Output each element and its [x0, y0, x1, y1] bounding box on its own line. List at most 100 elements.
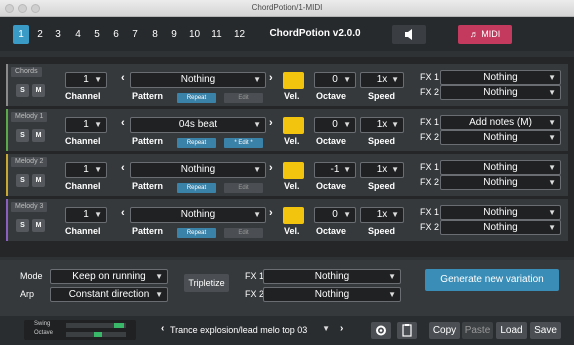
speaker-button[interactable]: [392, 25, 426, 44]
fx1-dropdown[interactable]: Add notes (M) ▼: [440, 115, 561, 130]
edit-button[interactable]: Edit: [224, 93, 263, 103]
arp-dropdown[interactable]: Constant direction ▼: [50, 287, 168, 302]
velocity-swatch[interactable]: [283, 117, 304, 134]
swing-slider[interactable]: [66, 323, 126, 328]
octave-dropdown[interactable]: 0 ▼: [314, 72, 356, 88]
pattern-next-arrow[interactable]: ›: [269, 207, 273, 219]
fx2-dropdown[interactable]: Nothing ▼: [440, 130, 561, 145]
chevron-down-icon: ▼: [343, 120, 351, 129]
tab-12[interactable]: 12: [230, 25, 249, 44]
fx1-value: Nothing: [483, 207, 518, 218]
load-button[interactable]: Load: [496, 322, 527, 339]
octave-dropdown[interactable]: 0 ▼: [314, 117, 356, 133]
octave-thumb[interactable]: [94, 332, 102, 337]
generate-variation-button[interactable]: Generate new variation: [425, 269, 559, 291]
fx1-dropdown[interactable]: Nothing ▼: [440, 160, 561, 175]
pattern-label: Pattern: [132, 136, 164, 146]
octave-slider[interactable]: [66, 332, 126, 337]
preset-dropdown[interactable]: ▼: [322, 323, 334, 337]
tab-8[interactable]: 8: [147, 25, 163, 44]
midi-button[interactable]: ♬ MIDI: [458, 25, 512, 44]
pattern-dropdown[interactable]: 04s beat ▼: [130, 117, 266, 133]
repeat-button[interactable]: Repeat: [177, 138, 216, 148]
speed-dropdown[interactable]: 1x ▼: [360, 162, 404, 178]
pattern-prev-arrow[interactable]: ‹: [121, 117, 125, 129]
pattern-dropdown[interactable]: Nothing ▼: [130, 162, 266, 178]
solo-button[interactable]: S: [16, 129, 29, 142]
repeat-button[interactable]: Repeat: [177, 93, 216, 103]
fx1-dropdown[interactable]: Nothing ▼: [440, 70, 561, 85]
tab-6[interactable]: 6: [108, 25, 124, 44]
solo-button[interactable]: S: [16, 84, 29, 97]
fx1-dropdown[interactable]: Nothing ▼: [440, 205, 561, 220]
save-button[interactable]: Save: [530, 322, 561, 339]
chevron-down-icon: ▼: [343, 75, 351, 84]
settings-button[interactable]: [371, 322, 391, 339]
repeat-button[interactable]: Repeat: [177, 183, 216, 193]
bottom-fx2-dropdown[interactable]: Nothing ▼: [263, 287, 401, 302]
mute-button[interactable]: M: [32, 84, 45, 97]
preset-next-arrow[interactable]: ›: [340, 323, 343, 334]
tab-1[interactable]: 1: [13, 25, 29, 44]
velocity-swatch[interactable]: [283, 207, 304, 224]
tab-3[interactable]: 3: [50, 25, 66, 44]
mute-button[interactable]: M: [32, 129, 45, 142]
speed-dropdown[interactable]: 1x ▼: [360, 207, 404, 223]
channel-dropdown[interactable]: 1 ▼: [65, 117, 107, 133]
speed-dropdown[interactable]: 1x ▼: [360, 72, 404, 88]
tripletize-button[interactable]: Tripletize: [184, 274, 229, 292]
chevron-down-icon: ▼: [343, 210, 351, 219]
fx2-label: FX 2: [420, 177, 440, 187]
clipboard-button[interactable]: [397, 322, 417, 339]
channel-dropdown[interactable]: 1 ▼: [65, 72, 107, 88]
chevron-down-icon: ▼: [391, 75, 399, 84]
pattern-prev-arrow[interactable]: ‹: [121, 72, 125, 84]
pattern-prev-arrow[interactable]: ‹: [121, 207, 125, 219]
tab-10[interactable]: 10: [185, 25, 204, 44]
pattern-next-arrow[interactable]: ›: [269, 117, 273, 129]
chevron-down-icon: ▼: [253, 165, 261, 174]
mute-button[interactable]: M: [32, 174, 45, 187]
edit-button[interactable]: * Edit *: [224, 138, 263, 148]
octave-dropdown[interactable]: 0 ▼: [314, 207, 356, 223]
velocity-swatch[interactable]: [283, 162, 304, 179]
plugin-window: 1 2 3 4 5 6 7 8 9 10 11 12 ChordPotion v2.0.0 ♬ MID…: [0, 17, 574, 345]
preset-name: Trance explosion/lead melo top 03: [170, 325, 308, 335]
channel-dropdown[interactable]: 1 ▼: [65, 162, 107, 178]
speed-dropdown[interactable]: 1x ▼: [360, 117, 404, 133]
edit-button[interactable]: Edit: [224, 228, 263, 238]
pattern-next-arrow[interactable]: ›: [269, 162, 273, 174]
tab-7[interactable]: 7: [127, 25, 143, 44]
mode-dropdown[interactable]: Keep on running ▼: [50, 269, 168, 284]
tab-2[interactable]: 2: [32, 25, 48, 44]
channel-dropdown[interactable]: 1 ▼: [65, 207, 107, 223]
channel-label: Channel: [65, 181, 101, 191]
preset-prev-arrow[interactable]: ‹: [161, 323, 164, 334]
fx2-dropdown[interactable]: Nothing ▼: [440, 85, 561, 100]
repeat-button[interactable]: Repeat: [177, 228, 216, 238]
mute-button[interactable]: M: [32, 219, 45, 232]
tab-9[interactable]: 9: [166, 25, 182, 44]
pattern-dropdown[interactable]: Nothing ▼: [130, 72, 266, 88]
octave-dropdown[interactable]: -1 ▼: [314, 162, 356, 178]
octave-label: Octave: [316, 136, 347, 146]
tab-5[interactable]: 5: [89, 25, 105, 44]
paste-button[interactable]: Paste: [462, 322, 493, 339]
solo-button[interactable]: S: [16, 219, 29, 232]
swing-thumb[interactable]: [114, 323, 124, 328]
velocity-swatch[interactable]: [283, 72, 304, 89]
copy-button[interactable]: Copy: [429, 322, 460, 339]
fx1-value: Nothing: [483, 72, 518, 83]
bottom-fx1-dropdown[interactable]: Nothing ▼: [263, 269, 401, 284]
fx2-dropdown[interactable]: Nothing ▼: [440, 220, 561, 235]
tab-4[interactable]: 4: [70, 25, 86, 44]
pattern-next-arrow[interactable]: ›: [269, 72, 273, 84]
pattern-dropdown[interactable]: Nothing ▼: [130, 207, 266, 223]
pattern-prev-arrow[interactable]: ‹: [121, 162, 125, 174]
chevron-down-icon: ▼: [548, 163, 556, 172]
solo-button[interactable]: S: [16, 174, 29, 187]
edit-button[interactable]: Edit: [224, 183, 263, 193]
fx2-label: FX 2: [420, 87, 440, 97]
tab-11[interactable]: 11: [207, 25, 226, 44]
fx2-dropdown[interactable]: Nothing ▼: [440, 175, 561, 190]
